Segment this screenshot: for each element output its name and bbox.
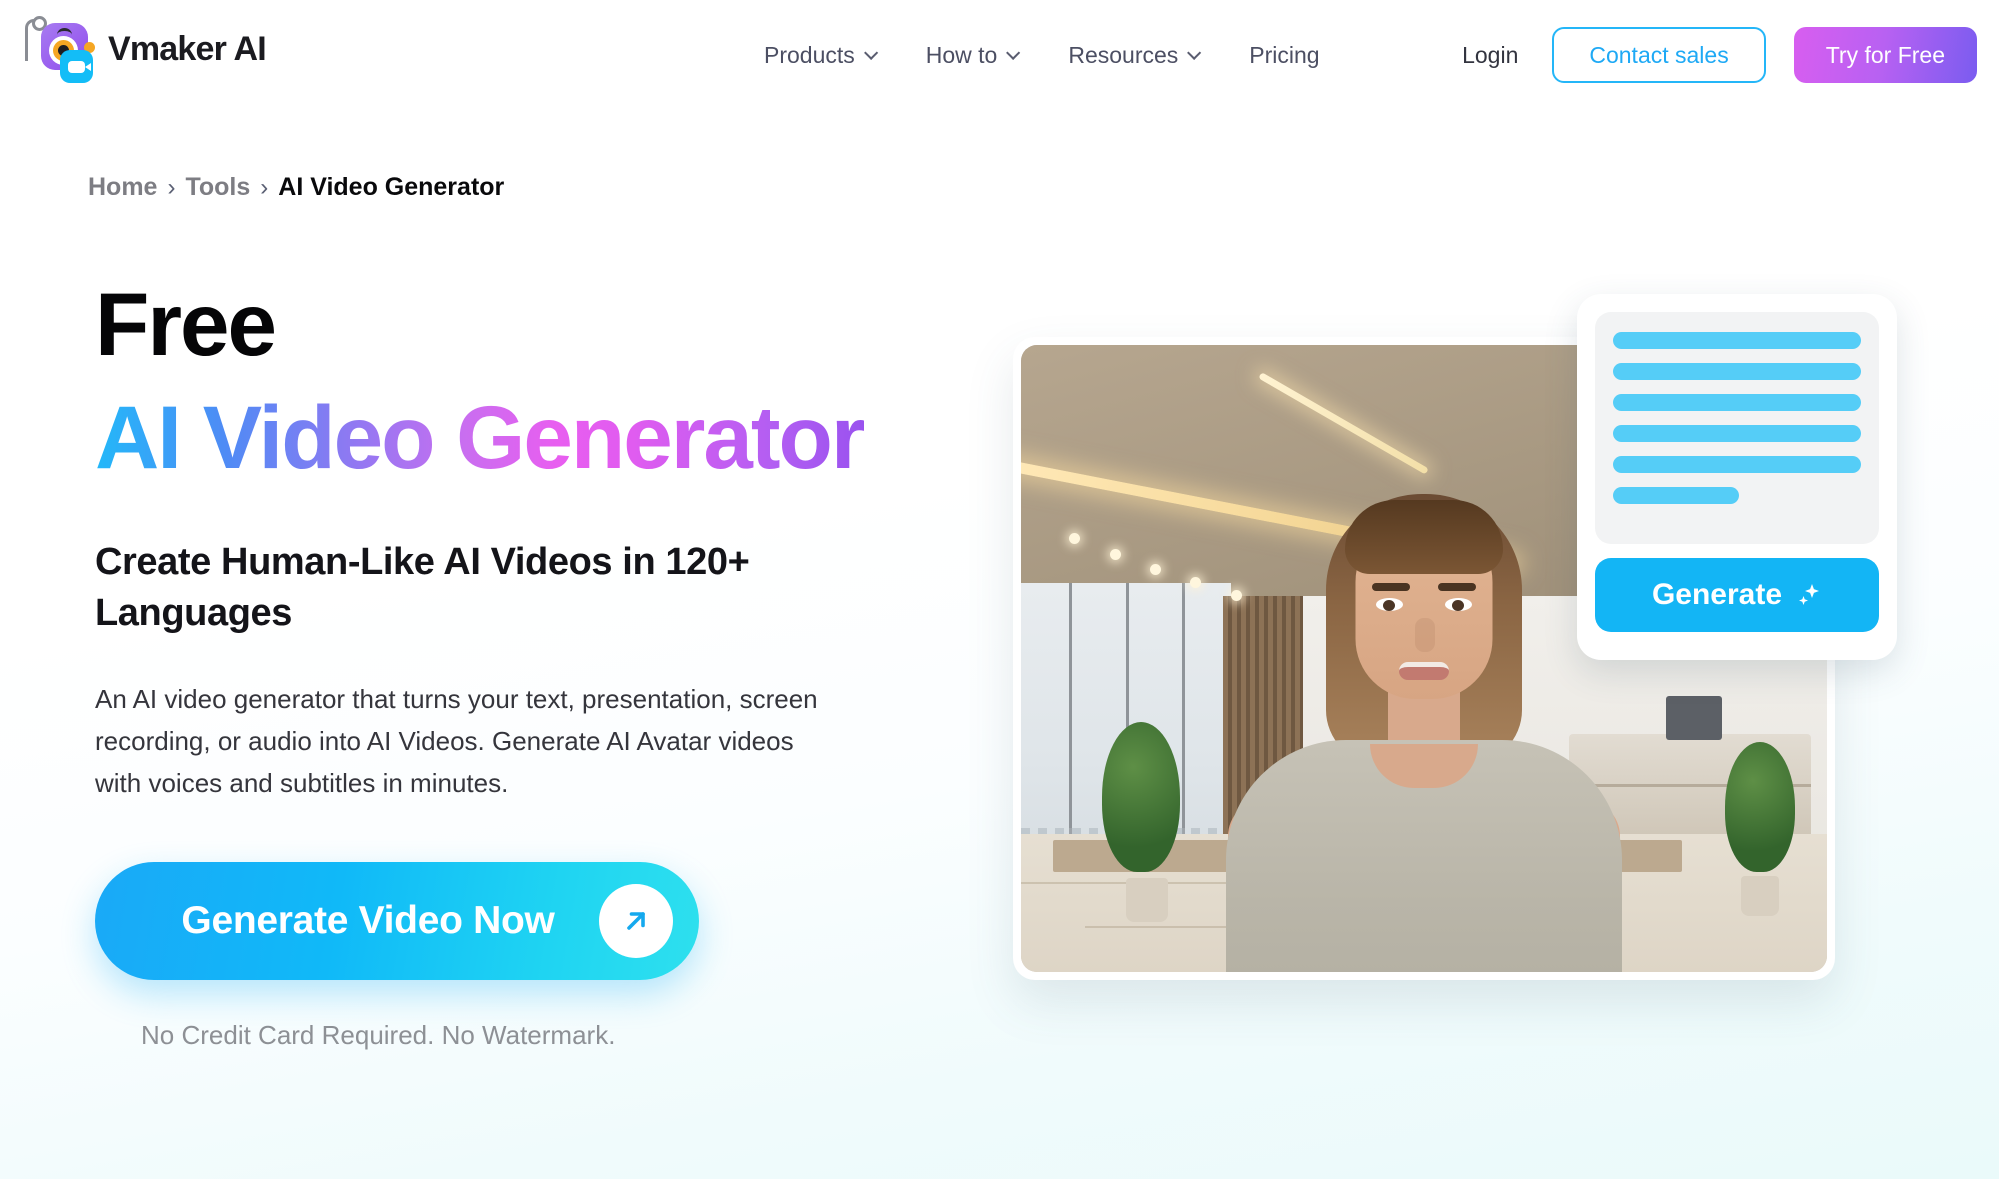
text-line-placeholder bbox=[1613, 487, 1740, 504]
cta-label: Generate Video Now bbox=[181, 899, 555, 943]
nav-item-products[interactable]: Products bbox=[738, 42, 900, 69]
generate-script-card: Generate bbox=[1577, 294, 1897, 660]
hero-description: An AI video generator that turns your te… bbox=[95, 683, 818, 798]
try-for-free-button[interactable]: Try for Free bbox=[1793, 27, 1977, 83]
generate-button-label: Generate bbox=[1651, 578, 1783, 611]
breadcrumb-separator-icon: › bbox=[167, 173, 176, 201]
nav-item-pricing[interactable]: Pricing bbox=[1223, 42, 1345, 69]
sparkles-icon bbox=[1792, 580, 1822, 610]
page-root: Vmaker AI Products How to Resources Pric… bbox=[0, 0, 1999, 1179]
nav-label-products: Products bbox=[764, 41, 855, 68]
vmaker-logo-icon bbox=[22, 10, 95, 88]
generate-video-now-button[interactable]: Generate Video Now bbox=[95, 862, 699, 981]
nav-label-how-to: How to bbox=[925, 41, 998, 68]
brand-logo-link[interactable]: Vmaker AI bbox=[22, 10, 267, 88]
page-title-line2: AI Video Generator bbox=[95, 389, 866, 491]
nav-item-how-to[interactable]: How to bbox=[900, 42, 1043, 69]
nav-label-resources: Resources bbox=[1068, 41, 1179, 68]
chevron-down-icon bbox=[863, 45, 878, 60]
brand-name-text: Vmaker AI bbox=[108, 29, 267, 68]
site-header: Vmaker AI Products How to Resources Pric… bbox=[0, 0, 1999, 110]
logo-eyebrow-shape bbox=[57, 28, 72, 35]
breadcrumb: Home › Tools › AI Video Generator bbox=[88, 173, 504, 202]
logo-video-camera-icon bbox=[60, 50, 93, 83]
hero-content: Free AI Video Generator Create Human-Lik… bbox=[95, 280, 995, 1051]
logo-camera-body-shape bbox=[68, 60, 91, 73]
breadcrumb-current-page: AI Video Generator bbox=[278, 173, 505, 201]
breadcrumb-separator-icon: › bbox=[260, 173, 269, 201]
hero-subheading: Create Human-Like AI Videos in 120+ Lang… bbox=[95, 541, 750, 635]
text-line-placeholder bbox=[1613, 363, 1861, 380]
text-line-placeholder bbox=[1613, 332, 1861, 349]
login-link[interactable]: Login bbox=[1456, 42, 1524, 69]
arrow-up-right-icon bbox=[599, 884, 673, 959]
chevron-down-icon bbox=[1006, 45, 1021, 60]
breadcrumb-item-tools[interactable]: Tools bbox=[185, 173, 250, 202]
text-line-placeholder bbox=[1613, 425, 1861, 442]
nav-item-resources[interactable]: Resources bbox=[1042, 42, 1223, 69]
script-text-placeholder-area[interactable] bbox=[1595, 312, 1879, 544]
text-line-placeholder bbox=[1613, 456, 1861, 473]
nav-label-pricing: Pricing bbox=[1249, 41, 1320, 68]
main-navigation: Products How to Resources Pricing bbox=[738, 0, 1346, 110]
generate-button[interactable]: Generate bbox=[1595, 558, 1879, 632]
contact-sales-button[interactable]: Contact sales bbox=[1552, 27, 1766, 83]
header-actions: Login Contact sales Try for Free bbox=[1456, 0, 1977, 110]
page-title-line1: Free bbox=[95, 274, 277, 374]
breadcrumb-item-home[interactable]: Home bbox=[88, 173, 157, 202]
chevron-down-icon bbox=[1187, 45, 1202, 60]
cta-note-text: No Credit Card Required. No Watermark. bbox=[141, 1020, 616, 1051]
text-line-placeholder bbox=[1613, 394, 1861, 411]
